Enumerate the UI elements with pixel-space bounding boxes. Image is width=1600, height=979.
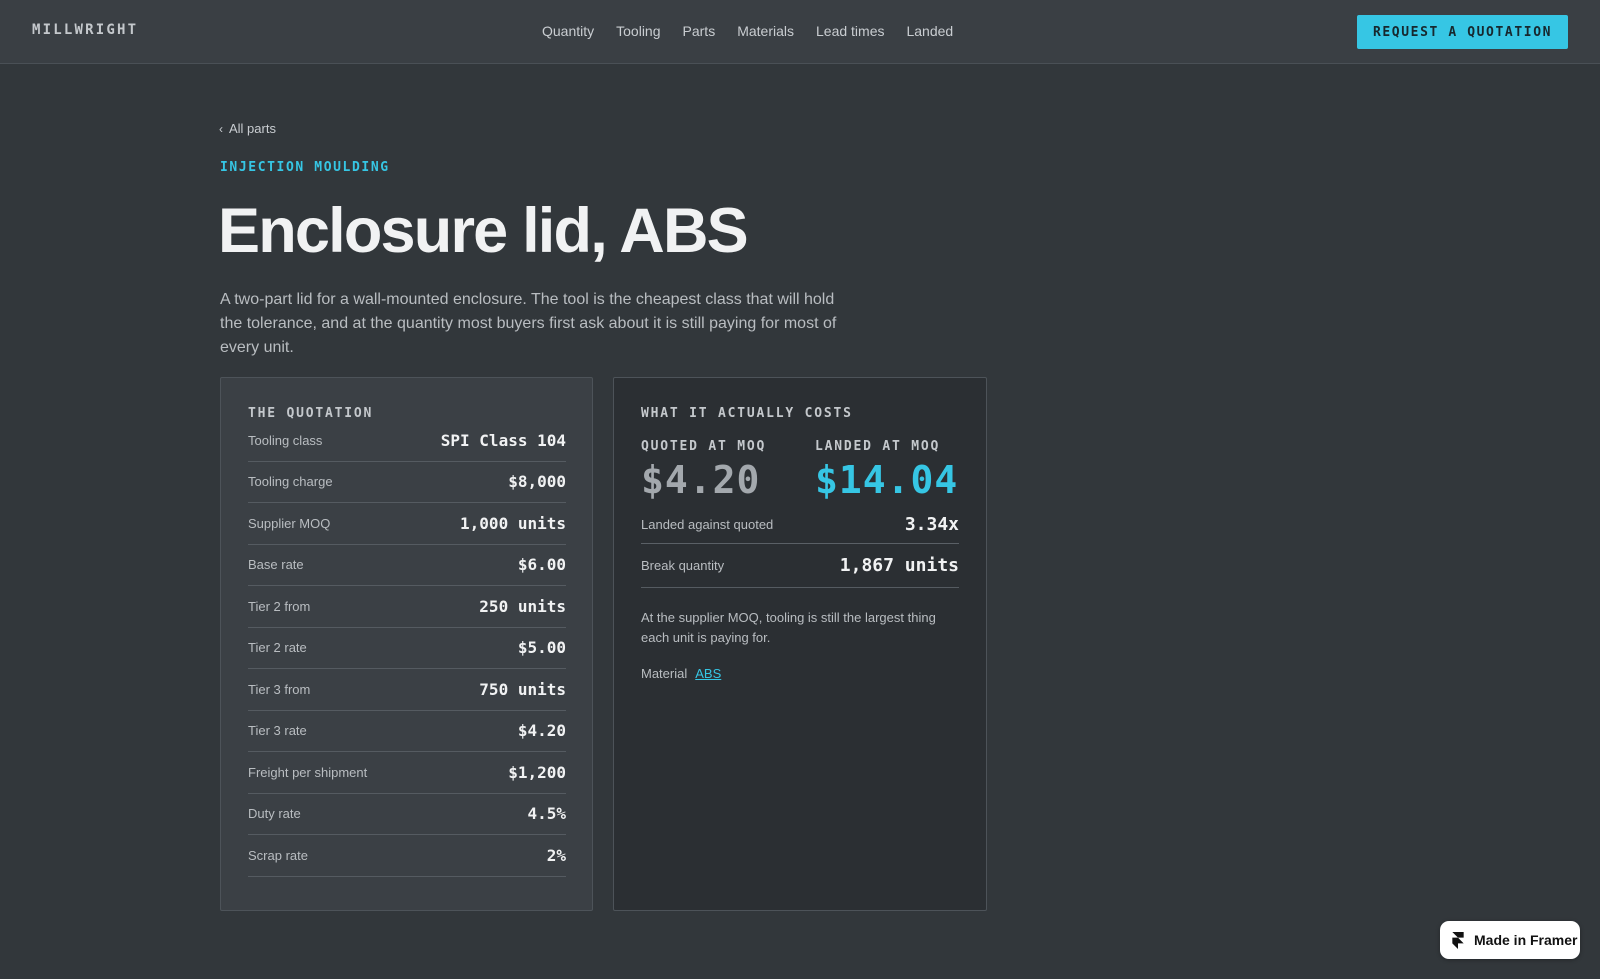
nav-item-parts[interactable]: Parts — [683, 23, 716, 39]
part-description: A two-part lid for a wall-mounted enclos… — [220, 291, 837, 356]
row-label: Duty rate — [248, 806, 301, 822]
material-label: Material — [641, 666, 688, 681]
quotation-rows: Tooling class SPI Class 104 Tooling charg… — [248, 420, 566, 877]
nav-item-quantity[interactable]: Quantity — [542, 23, 594, 39]
cost-row: Break quantity 1,867 units — [641, 544, 959, 588]
framer-logo-icon — [1452, 931, 1464, 949]
quotation-row: Tier 2 from 250 units — [248, 586, 566, 628]
row-value: $1,200 — [508, 762, 566, 782]
badge-label: Made in Framer — [1474, 932, 1578, 948]
row-value: 250 units — [479, 596, 566, 616]
quotation-row: Tier 3 rate $4.20 — [248, 711, 566, 752]
material-link[interactable]: ABS — [695, 666, 721, 681]
actual-cost-heading: WHAT IT ACTUALLY COSTS — [641, 406, 853, 421]
breadcrumb-label: All parts — [229, 121, 276, 136]
made-in-framer-badge[interactable]: Made in Framer — [1440, 921, 1580, 959]
brand-logo[interactable]: MILLWRIGHT — [32, 22, 138, 38]
nav-item-materials[interactable]: Materials — [737, 23, 794, 39]
row-label: Base rate — [248, 557, 304, 573]
quotation-row: Base rate $6.00 — [248, 545, 566, 586]
row-value: 750 units — [479, 679, 566, 699]
row-value: $4.20 — [517, 721, 566, 741]
row-value: $8,000 — [508, 472, 566, 492]
landed-at-moq-label: LANDED AT MOQ — [815, 439, 941, 454]
row-value: 4.5% — [527, 804, 566, 824]
row-label: Supplier MOQ — [248, 515, 331, 531]
request-quotation-button[interactable]: REQUEST A QUOTATION — [1357, 15, 1568, 49]
row-label: Tier 3 from — [248, 681, 311, 697]
quoted-at-moq-value: $4.20 — [641, 458, 761, 502]
quotation-row: Tier 2 rate $5.00 — [248, 628, 566, 669]
row-label: Tier 2 rate — [248, 640, 307, 656]
quotation-row: Freight per shipment $1,200 — [248, 752, 566, 794]
nav-item-tooling[interactable]: Tooling — [616, 23, 660, 39]
row-label: Tier 3 rate — [248, 723, 307, 739]
row-label: Tooling charge — [248, 474, 333, 490]
quotation-row: Scrap rate 2% — [248, 835, 566, 877]
actual-cost-card: WHAT IT ACTUALLY COSTS QUOTED AT MOQ $4.… — [613, 377, 987, 911]
cost-rows: Landed against quoted 3.34x Break quantit… — [641, 505, 959, 588]
part-category: INJECTION MOULDING — [220, 160, 390, 175]
cost-note: At the supplier MOQ, tooling is still th… — [641, 610, 936, 645]
landed-at-moq-value: $14.04 — [815, 458, 959, 502]
cost-row: Landed against quoted 3.34x — [641, 505, 959, 544]
row-label: Tier 2 from — [248, 598, 311, 614]
page-title: Enclosure lid, ABS — [218, 196, 749, 266]
quotation-card: THE QUOTATION Tooling class SPI Class 104… — [220, 377, 593, 911]
landed-at-moq: LANDED AT MOQ $14.04 — [815, 439, 958, 502]
material-line: Material ABS — [641, 666, 721, 681]
quotation-row: Tooling charge $8,000 — [248, 462, 566, 503]
quotation-row: Duty rate 4.5% — [248, 794, 566, 835]
breadcrumb-back-link[interactable]: ‹ All parts — [219, 121, 276, 136]
quoted-at-moq-label: QUOTED AT MOQ — [641, 439, 767, 454]
quotation-row: Tooling class SPI Class 104 — [248, 420, 566, 462]
nav-item-lead-times[interactable]: Lead times — [816, 23, 884, 39]
quotation-heading: THE QUOTATION — [248, 406, 374, 421]
row-label: Break quantity — [641, 558, 725, 573]
row-value: 3.34x — [904, 513, 959, 535]
row-value: SPI Class 104 — [440, 430, 566, 450]
row-value: 2% — [546, 845, 566, 865]
quoted-at-moq: QUOTED AT MOQ $4.20 — [641, 439, 766, 502]
row-value: $5.00 — [517, 638, 566, 658]
quotation-row: Supplier MOQ 1,000 units — [248, 503, 566, 545]
chevron-left-icon: ‹ — [219, 121, 223, 136]
nav-item-landed[interactable]: Landed — [906, 23, 953, 39]
row-label: Landed against quoted — [641, 516, 774, 532]
row-value: 1,867 units — [839, 555, 959, 576]
main-nav: Quantity Tooling Parts Materials Lead ti… — [542, 23, 953, 39]
row-value: $6.00 — [517, 555, 566, 575]
top-bar: MILLWRIGHT Quantity Tooling Parts Materi… — [0, 0, 1600, 64]
row-value: 1,000 units — [460, 513, 566, 533]
row-label: Scrap rate — [248, 847, 308, 863]
quotation-row: Tier 3 from 750 units — [248, 669, 566, 711]
row-label: Tooling class — [248, 432, 323, 448]
row-label: Freight per shipment — [248, 764, 368, 780]
